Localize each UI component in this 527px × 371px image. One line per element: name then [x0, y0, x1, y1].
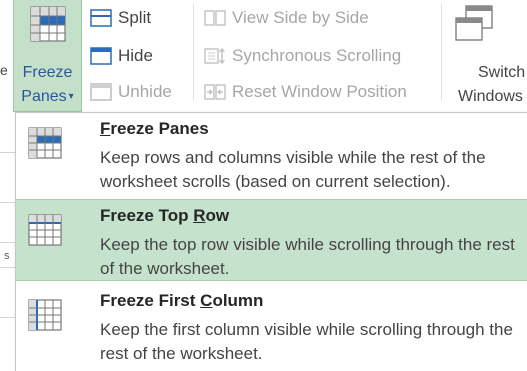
title-text: reeze Panes — [110, 119, 209, 138]
freeze-panes-label-text: Panes — [21, 88, 67, 105]
menu-item-freeze-panes[interactable]: Freeze Panes Keep rows and columns visib… — [16, 113, 527, 195]
worksheet-edge: s — [0, 112, 15, 371]
menu-item-freeze-first-column[interactable]: Freeze First Column Keep the first colum… — [16, 285, 527, 367]
view-side-by-side-button[interactable]: View Side by Side — [204, 6, 369, 30]
accelerator-key: R — [193, 206, 206, 225]
gridline — [0, 242, 15, 243]
reset-window-position-label: Reset Window Position — [232, 82, 407, 101]
menu-item-title: Freeze Top Row — [100, 206, 229, 226]
switch-windows-label-line2: Windows — [458, 88, 523, 105]
synchronous-scrolling-label: Synchronous Scrolling — [232, 46, 402, 65]
title-text: ow — [205, 206, 230, 225]
reset-window-position-icon — [204, 84, 226, 100]
dropdown-caret-icon: ▾ — [68, 91, 74, 103]
gridline — [0, 267, 15, 268]
unhide-button[interactable]: Unhide — [90, 80, 172, 104]
title-text: olumn — [212, 291, 264, 310]
menu-item-description: Keep the first column visible while scro… — [100, 320, 513, 363]
freeze-panes-label-line2: Panes ▾ — [14, 88, 81, 106]
hide-button[interactable]: Hide — [90, 44, 153, 68]
synchronous-scrolling-button[interactable]: Synchronous Scrolling — [204, 44, 401, 68]
menu-item-freeze-top-row[interactable]: Freeze Top Row Keep the top row visible … — [16, 199, 527, 281]
title-text: Freeze Top — [100, 206, 194, 225]
hide-window-icon — [90, 47, 112, 65]
accelerator-key: C — [200, 291, 213, 310]
freeze-panes-menu: Freeze Panes Keep rows and columns visib… — [15, 112, 527, 371]
freeze-panes-icon — [30, 6, 66, 42]
sheet-edge-glyph: s — [4, 250, 10, 262]
split-button[interactable]: Split — [90, 6, 151, 30]
accelerator-key: F — [100, 119, 111, 138]
hide-label: Hide — [118, 46, 153, 65]
split-label: Split — [118, 8, 152, 27]
excel-view-ribbon-screen: e Freeze Panes ▾ Split Hide Unhide View … — [0, 0, 527, 371]
freeze-panes-button[interactable]: Freeze Panes ▾ — [13, 0, 82, 112]
gridline — [0, 317, 15, 318]
ribbon-separator — [441, 4, 442, 100]
menu-item-title: Freeze Panes — [100, 119, 209, 139]
unhide-label: Unhide — [118, 82, 172, 101]
switch-windows-icon — [455, 5, 493, 41]
ribbon-window-group: e Freeze Panes ▾ Split Hide Unhide View … — [0, 0, 527, 112]
freeze-first-column-icon — [28, 299, 62, 331]
menu-item-title: Freeze First Column — [100, 291, 263, 311]
view-side-by-side-label: View Side by Side — [232, 8, 369, 27]
freeze-top-row-icon — [28, 214, 62, 246]
menu-item-description: Keep rows and columns visible while the … — [100, 148, 486, 191]
ribbon-separator — [193, 4, 194, 100]
switch-windows-label-line1: Switch — [478, 64, 526, 81]
cut-off-label: e — [0, 62, 8, 78]
switch-windows-button[interactable]: Switch Windows — [452, 0, 527, 112]
gridline — [0, 152, 15, 153]
split-icon — [90, 9, 112, 27]
freeze-panes-icon — [28, 127, 62, 159]
menu-item-description: Keep the top row visible while scrolling… — [100, 235, 515, 278]
gridline — [0, 202, 15, 203]
side-by-side-icon — [204, 10, 226, 26]
unhide-window-icon — [90, 83, 112, 101]
synchronous-scrolling-icon — [204, 47, 225, 65]
freeze-panes-label-line1: Freeze — [22, 64, 73, 81]
reset-window-position-button[interactable]: Reset Window Position — [204, 80, 407, 104]
title-text: Freeze First — [100, 291, 201, 310]
